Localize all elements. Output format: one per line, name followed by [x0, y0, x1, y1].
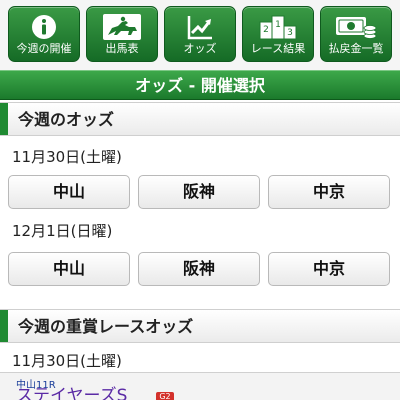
section-title: 今週の重賞レースオッズ: [18, 317, 194, 336]
nav-label: 払戻金一覧: [328, 42, 384, 55]
section-header-weekly-odds: 今週のオッズ: [0, 102, 400, 136]
section-accent-bar: [0, 103, 8, 135]
horse-racing-icon: [87, 12, 157, 42]
venue-button-hanshin[interactable]: 阪神: [138, 252, 260, 286]
svg-text:2: 2: [263, 25, 269, 35]
nav-race-results-button[interactable]: 1 2 3 レース結果: [242, 6, 314, 62]
venue-button-nakayama[interactable]: 中山: [8, 175, 130, 209]
nav-label: オッズ: [183, 42, 217, 55]
day-date: 12月1日(日曜): [12, 222, 113, 240]
money-coins-icon: [321, 12, 391, 42]
page-title: オッズ - 開催選択: [0, 70, 400, 100]
svg-text:3: 3: [287, 28, 293, 38]
venue-button-nakayama[interactable]: 中山: [8, 252, 130, 286]
top-navigation: 今週の開催 出馬表 オッズ 1 2 3 レース結果 払戻金一覧: [0, 0, 400, 70]
svg-text:1: 1: [275, 20, 281, 30]
day-date: 11月30日(土曜): [12, 352, 122, 370]
nav-label: 出馬表: [105, 42, 139, 55]
nav-entries-button[interactable]: 出馬表: [86, 6, 158, 62]
nav-this-week-button[interactable]: 今週の開催: [8, 6, 80, 62]
nav-odds-button[interactable]: オッズ: [164, 6, 236, 62]
venue-button-hanshin[interactable]: 阪神: [138, 175, 260, 209]
section-title: 今週のオッズ: [18, 110, 115, 129]
trend-chart-icon: [165, 12, 235, 42]
race-link[interactable]: 中山11R ステイヤーズS G2: [0, 372, 400, 400]
day-date: 11月30日(土曜): [12, 148, 122, 166]
podium-icon: 1 2 3: [243, 12, 313, 42]
nav-payouts-button[interactable]: 払戻金一覧: [320, 6, 392, 62]
section-accent-bar: [0, 310, 8, 342]
venue-button-chukyo[interactable]: 中京: [268, 175, 390, 209]
race-name: ステイヤーズS: [16, 386, 128, 400]
nav-label: レース結果: [250, 42, 306, 55]
venue-button-chukyo[interactable]: 中京: [268, 252, 390, 286]
grade-badge: G2: [156, 392, 174, 400]
nav-label: 今週の開催: [16, 42, 72, 55]
info-icon: [9, 12, 79, 42]
section-header-graded-odds: 今週の重賞レースオッズ: [0, 309, 400, 343]
